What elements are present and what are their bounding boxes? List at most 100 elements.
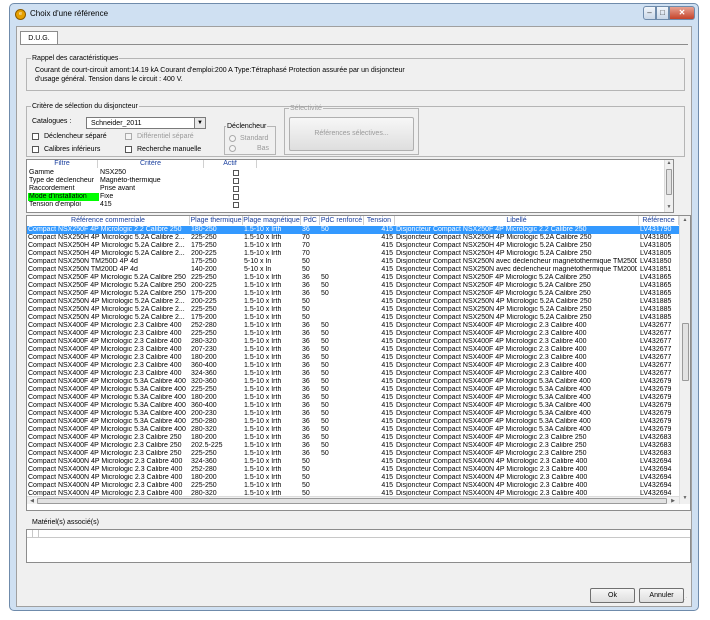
filters-header-filtre[interactable]: Filtre bbox=[27, 160, 98, 168]
table-row[interactable]: Compact NSX250N 4P Micrologic 5.2A Calib… bbox=[27, 298, 679, 306]
ok-button[interactable]: Ok bbox=[590, 588, 635, 603]
title-bar[interactable]: e Choix d'une référence – □ ✕ bbox=[10, 4, 698, 26]
resize-grip-icon[interactable]: ⋰ bbox=[682, 597, 690, 605]
grid-hscroll-thumb[interactable] bbox=[37, 498, 667, 504]
table-row[interactable]: Compact NSX250H 4P Micrologic 5.2A Calib… bbox=[27, 242, 679, 250]
table-row[interactable]: Compact NSX400F 4P Micrologic 2.3 Calibr… bbox=[27, 346, 679, 354]
scroll-down-icon[interactable]: ▼ bbox=[681, 495, 689, 501]
grid-header-plage-thermique[interactable]: Plage thermique bbox=[190, 216, 243, 225]
tab-dug[interactable]: D.U.G. bbox=[20, 31, 58, 45]
table-row[interactable]: Compact NSX400F 4P Micrologic 2.3 Calibr… bbox=[27, 322, 679, 330]
cell-libelle: Disjoncteur Compact NSX250N 4P Micrologi… bbox=[396, 306, 592, 313]
calibres-inferieurs-checkbox[interactable] bbox=[32, 146, 39, 153]
table-row[interactable]: Compact NSX400F 4P Micrologic 5.3A Calib… bbox=[27, 426, 679, 434]
filters-scrollbar[interactable]: ▲ ▼ bbox=[664, 160, 673, 212]
table-row[interactable]: Compact NSX250H 4P Micrologic 5.2A Calib… bbox=[27, 234, 679, 242]
table-row[interactable]: Compact NSX400F 4P Micrologic 2.3 Calibr… bbox=[27, 370, 679, 378]
materiel-header-cell[interactable] bbox=[33, 530, 39, 538]
cell-tension: 415 bbox=[381, 426, 393, 433]
table-row[interactable]: Compact NSX400N 4P Micrologic 2.3 Calibr… bbox=[27, 482, 679, 490]
cell-plage-thermique: 225-250 bbox=[191, 234, 217, 241]
filters-scroll-thumb[interactable] bbox=[666, 169, 672, 195]
close-button[interactable]: ✕ bbox=[669, 6, 695, 20]
table-row[interactable]: Compact NSX400N 4P Micrologic 2.3 Calibr… bbox=[27, 458, 679, 466]
minimize-button[interactable]: – bbox=[643, 6, 656, 20]
filter-actif-checkbox[interactable] bbox=[233, 202, 239, 208]
cell-pdc-renforce: 50 bbox=[321, 426, 329, 433]
cell-pdc: 36 bbox=[302, 346, 310, 353]
scroll-left-icon[interactable]: ◀ bbox=[28, 498, 36, 504]
catalogue-select[interactable]: Schneider_2011 ▼ bbox=[86, 117, 206, 129]
grid-header-pdc-renforce[interactable]: PdC renforcé bbox=[320, 216, 364, 225]
table-row[interactable]: Compact NSX250N 4P Micrologic 5.2A Calib… bbox=[27, 306, 679, 314]
table-row[interactable]: Compact NSX400F 4P Micrologic 5.3A Calib… bbox=[27, 378, 679, 386]
table-row[interactable]: Compact NSX250F 4P Micrologic 5.2A Calib… bbox=[27, 274, 679, 282]
cell-ref-commerciale: Compact NSX400F 4P Micrologic 5.3A Calib… bbox=[28, 410, 186, 417]
table-row[interactable]: Compact NSX400F 4P Micrologic 5.3A Calib… bbox=[27, 418, 679, 426]
cell-ref-commerciale: Compact NSX250F 4P Micrologic 5.2A Calib… bbox=[28, 274, 186, 281]
grid-horizontal-scrollbar[interactable]: ◀ ▶ bbox=[27, 496, 679, 504]
table-row[interactable]: Compact NSX400F 4P Micrologic 5.3A Calib… bbox=[27, 402, 679, 410]
scroll-up-icon[interactable]: ▲ bbox=[681, 217, 689, 223]
table-row[interactable]: Compact NSX400N 4P Micrologic 2.3 Calibr… bbox=[27, 466, 679, 474]
cell-plage-thermique: 320-360 bbox=[191, 378, 217, 385]
cell-libelle: Disjoncteur Compact NSX400F 4P Micrologi… bbox=[396, 354, 587, 361]
table-row[interactable]: Compact NSX250F 4P Micrologic 5.2A Calib… bbox=[27, 282, 679, 290]
scroll-up-icon[interactable]: ▲ bbox=[665, 160, 673, 166]
tab-divider bbox=[20, 44, 688, 45]
bas-radio[interactable] bbox=[229, 145, 236, 152]
table-row[interactable]: Compact NSX250N 4P Micrologic 5.2A Calib… bbox=[27, 314, 679, 322]
filters-header-critere[interactable]: Critère bbox=[98, 160, 204, 168]
table-row[interactable]: Compact NSX400F 4P Micrologic 5.3A Calib… bbox=[27, 394, 679, 402]
grid-scroll-thumb[interactable] bbox=[682, 323, 689, 381]
grid-vertical-scrollbar[interactable]: ▲ ▼ bbox=[679, 216, 690, 504]
chevron-down-icon[interactable]: ▼ bbox=[194, 118, 205, 128]
cell-libelle: Disjoncteur Compact NSX400F 4P Micrologi… bbox=[396, 442, 587, 449]
table-row[interactable]: Compact NSX400F 4P Micrologic 5.3A Calib… bbox=[27, 410, 679, 418]
table-row[interactable]: Compact NSX250N TM200D 4P 4d 140-200 5-10 … bbox=[27, 266, 679, 274]
grid-header-tension[interactable]: Tension bbox=[364, 216, 395, 225]
table-row[interactable]: Compact NSX400F 4P Micrologic 2.3 Calibr… bbox=[27, 330, 679, 338]
table-row[interactable]: Compact NSX400F 4P Micrologic 2.3 Calibr… bbox=[27, 442, 679, 450]
filter-actif-checkbox[interactable] bbox=[233, 194, 239, 200]
cell-pdc: 50 bbox=[302, 458, 310, 465]
grid-header-libelle[interactable]: Libellé bbox=[395, 216, 639, 225]
table-row[interactable]: Compact NSX400F 4P Micrologic 2.3 Calibr… bbox=[27, 362, 679, 370]
cell-plage-thermique: 200-230 bbox=[191, 410, 217, 417]
maximize-button[interactable]: □ bbox=[656, 6, 669, 20]
table-row[interactable]: Compact NSX250N TM250D 4P 4d 175-250 5-10 … bbox=[27, 258, 679, 266]
scroll-down-icon[interactable]: ▼ bbox=[665, 204, 673, 210]
annuler-button[interactable]: Annuler bbox=[639, 588, 684, 603]
filter-actif-checkbox[interactable] bbox=[233, 186, 239, 192]
table-row[interactable]: Compact NSX250F 4P Micrologic 5.2A Calib… bbox=[27, 290, 679, 298]
table-row[interactable]: Compact NSX400F 4P Micrologic 2.3 Calibr… bbox=[27, 354, 679, 362]
cell-ref-commerciale: Compact NSX250F 4P Micrologic 5.2A Calib… bbox=[28, 290, 186, 297]
cell-plage-thermique: 324-360 bbox=[191, 458, 217, 465]
declencheur-separe-checkbox[interactable] bbox=[32, 133, 39, 140]
cell-pdc: 36 bbox=[302, 378, 310, 385]
references-selectives-button[interactable]: Références sélectives... bbox=[289, 117, 414, 151]
recherche-manuelle-checkbox[interactable] bbox=[125, 146, 132, 153]
cell-plage-magnetique: 1.5-10 x Irth bbox=[244, 450, 282, 457]
cell-tension: 415 bbox=[381, 442, 393, 449]
table-row[interactable]: Compact NSX400F 4P Micrologic 2.3 Calibr… bbox=[27, 434, 679, 442]
filter-actif-checkbox[interactable] bbox=[233, 178, 239, 184]
differentiel-separe-checkbox[interactable] bbox=[125, 133, 132, 140]
cell-reference: LV432683 bbox=[640, 434, 672, 441]
cell-reference: LV432683 bbox=[640, 450, 672, 457]
filters-header-actif[interactable]: Actif bbox=[204, 160, 257, 168]
cell-plage-thermique: 225-250 bbox=[191, 482, 217, 489]
table-row[interactable]: Compact NSX250H 4P Micrologic 5.2A Calib… bbox=[27, 250, 679, 258]
grid-header-reference[interactable]: Référence bbox=[639, 216, 679, 225]
standard-radio[interactable] bbox=[229, 135, 236, 142]
grid-header-ref-commerciale[interactable]: Référence commerciale bbox=[27, 216, 190, 225]
scroll-right-icon[interactable]: ▶ bbox=[669, 498, 677, 504]
grid-header-plage-magnetique[interactable]: Plage magnétique bbox=[243, 216, 301, 225]
table-row[interactable]: Compact NSX250F 4P Micrologic 2.2 Calibr… bbox=[27, 226, 679, 234]
table-row[interactable]: Compact NSX400F 4P Micrologic 2.3 Calibr… bbox=[27, 450, 679, 458]
grid-header-pdc[interactable]: PdC bbox=[301, 216, 320, 225]
table-row[interactable]: Compact NSX400N 4P Micrologic 2.3 Calibr… bbox=[27, 474, 679, 482]
filter-actif-checkbox[interactable] bbox=[233, 170, 239, 176]
table-row[interactable]: Compact NSX400F 4P Micrologic 5.3A Calib… bbox=[27, 386, 679, 394]
table-row[interactable]: Compact NSX400F 4P Micrologic 2.3 Calibr… bbox=[27, 338, 679, 346]
